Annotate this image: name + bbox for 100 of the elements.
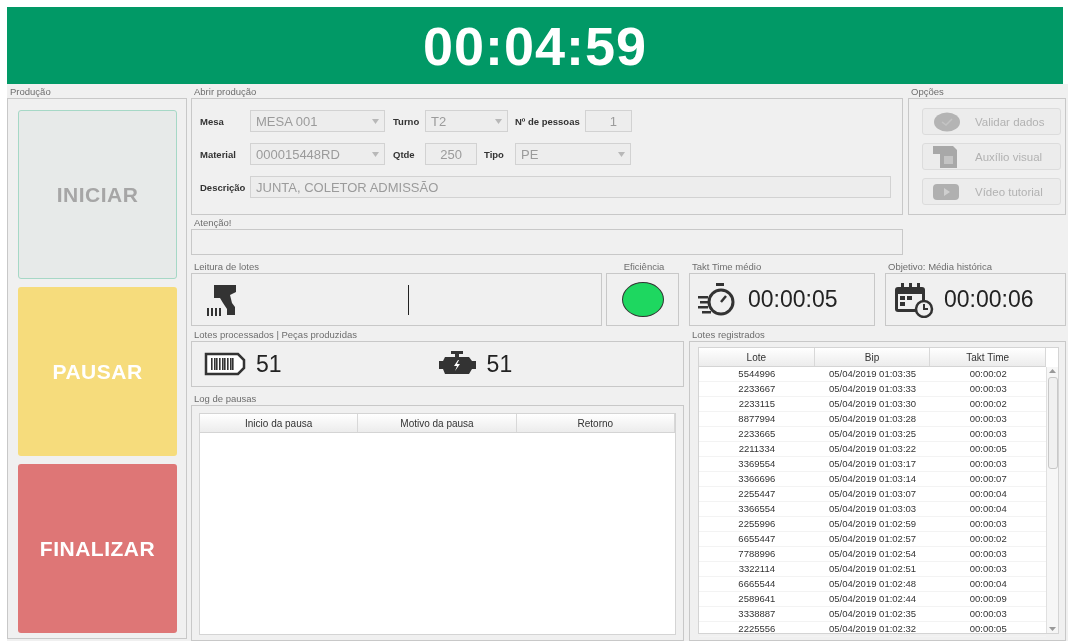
table-cell-text: 2589641: [737, 592, 777, 606]
field-label: Nº de pessoas: [515, 115, 581, 127]
group-title: Log de pausas: [193, 393, 258, 405]
scroll-down-icon[interactable]: [1049, 625, 1056, 633]
table-cell-text: 00:00:04: [968, 502, 1008, 516]
table-cell-text: 00:00:04: [968, 487, 1008, 501]
field-label: Turno: [393, 115, 421, 127]
table-cell-text: 00:00:03: [968, 382, 1008, 396]
table-cell-text: 5544996: [737, 367, 777, 381]
piece-count: 51: [486, 350, 513, 378]
table-cell-text: 2233665: [737, 427, 777, 441]
takt-time-value: 00:00:05: [748, 286, 838, 313]
table-cell-text: 00:00:07: [968, 472, 1008, 486]
table-cell-text: 05/04/2019 01:02:59: [827, 517, 918, 531]
table-cell-text: 05/04/2019 01:02:51: [827, 562, 918, 576]
table-cell-text: 05/04/2019 01:02:35: [827, 607, 918, 621]
group-title: Lotes registrados: [691, 329, 766, 341]
table-cell-text: 00:00:04: [968, 577, 1008, 591]
table-cell-text: 00:00:02: [968, 532, 1008, 546]
table-cell-text: 00:00:05: [968, 442, 1008, 456]
checkmark-circle-icon: [933, 111, 961, 132]
text-cursor: [408, 284, 409, 315]
group-title: Leitura de lotes: [193, 261, 260, 273]
dropdown-caret-icon: [618, 151, 625, 157]
table-cell-text: 00:00:03: [968, 412, 1008, 426]
table-cell-text: 05/04/2019 01:02:48: [827, 577, 918, 591]
table-cell-text: 05/04/2019 01:03:07: [827, 487, 918, 501]
table-cell-text: 00:00:03: [968, 457, 1008, 471]
dropdown-caret-icon: [372, 118, 379, 124]
column-header[interactable]: Motivo da pausa: [358, 414, 517, 432]
scroll-up-icon[interactable]: [1049, 367, 1056, 375]
table-cell-text: 00:00:03: [968, 562, 1008, 576]
table-cell-text: 00:00:03: [968, 427, 1008, 441]
table-cell-text: 2255447: [737, 487, 777, 501]
group-title: Produção: [9, 86, 52, 98]
table-cell-text: 05/04/2019 01:03:28: [827, 412, 918, 426]
table-cell-text: 2225556: [737, 622, 777, 636]
table-cell-text: 05/04/2019 01:03:22: [827, 442, 918, 456]
dropdown-caret-icon: [372, 151, 379, 157]
input-field[interactable]: JUNTA, COLETOR ADMISSÃO: [250, 176, 891, 198]
group-title: Abrir produção: [193, 86, 258, 98]
timer: 00:04:59: [422, 14, 648, 77]
table-cell-text: 05/04/2019 01:03:17: [827, 457, 918, 471]
field-label: Tipo: [484, 148, 505, 160]
calendar-clock-icon: [894, 281, 934, 318]
table-cell-text: 05/04/2019 01:03:33: [827, 382, 918, 396]
table-cell-text: 00:00:03: [968, 517, 1008, 531]
table-cell-text: 3322114: [737, 562, 776, 576]
column-header[interactable]: Takt Time: [930, 348, 1046, 366]
pause-button[interactable]: PAUSAR: [18, 287, 177, 456]
table-cell-text: 00:00:02: [968, 397, 1008, 411]
field-label: Mesa: [200, 115, 225, 127]
engine-icon: [436, 351, 477, 377]
dropdown[interactable]: PE: [515, 143, 631, 165]
field-label: Qtde: [393, 148, 416, 160]
table-cell-text: 05/04/2019 01:02:44: [827, 592, 918, 606]
column-header[interactable]: Bip: [814, 348, 931, 366]
table-cell-text: 8877994: [737, 412, 777, 426]
table-cell-text: 3366696: [737, 472, 777, 486]
table-cell-text: 05/04/2019 01:02:54: [827, 547, 918, 561]
table-cell-text: 00:00:05: [968, 622, 1008, 636]
group-title: Objetivo: Média histórica: [887, 261, 994, 273]
group-title: Opções: [910, 86, 945, 98]
field-label: Descrição: [200, 181, 247, 193]
table-cell-text: 2211334: [737, 442, 776, 456]
table-cell-text: 05/04/2019 01:03:30: [827, 397, 918, 411]
group-title: Eficiência: [622, 261, 666, 273]
input-field[interactable]: 250: [425, 143, 477, 165]
column-header[interactable]: Retorno: [516, 414, 675, 432]
table-cell-text: 00:00:03: [968, 607, 1008, 621]
dropdown-caret-icon: [495, 118, 502, 124]
column-header[interactable]: Inicio da pausa: [200, 414, 359, 432]
table-cell-text: 2233115: [737, 397, 776, 411]
dropdown[interactable]: 000015448RD: [250, 143, 385, 165]
target-time-value: 00:00:06: [944, 286, 1034, 313]
group-title: Takt Time médio: [691, 261, 763, 273]
scrollbar[interactable]: [1046, 367, 1058, 633]
table-cell-text: 05/04/2019 01:03:25: [827, 427, 918, 441]
table-cell-text: 00:00:09: [968, 592, 1008, 606]
table-cell-text: 05/04/2019 01:02:57: [827, 532, 918, 546]
column-header[interactable]: Lote: [699, 348, 815, 366]
table-cell-text: 05/04/2019 01:02:32: [827, 622, 918, 636]
dropdown[interactable]: MESA 001: [250, 110, 385, 132]
group-title: Lotes processados | Peças produzidas: [193, 329, 358, 341]
barcode-tag-icon: [204, 352, 246, 376]
finish-button[interactable]: FINALIZAR: [18, 464, 177, 633]
table-cell-text: 3369554: [737, 457, 777, 471]
field-label: Material: [200, 148, 237, 160]
table-cell-text: 3366554: [737, 502, 777, 516]
input-field[interactable]: 1: [585, 110, 632, 132]
table-cell-text: 3338887: [737, 607, 777, 621]
table-cell-text: 6665544: [737, 577, 777, 591]
table-cell-text: 6655447: [737, 532, 777, 546]
scan-field[interactable]: [191, 273, 602, 326]
table-cell-text: 2255996: [737, 517, 777, 531]
lot-count: 51: [256, 350, 282, 378]
table-cell-text: 2233667: [737, 382, 777, 396]
group-title: Atenção!: [193, 217, 233, 229]
table-cell-text: 05/04/2019 01:03:03: [827, 502, 918, 516]
dropdown[interactable]: T2: [425, 110, 508, 132]
